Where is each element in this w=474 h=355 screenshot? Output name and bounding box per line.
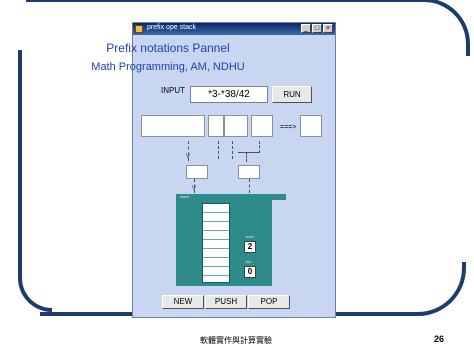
pop-button[interactable]: POP [248, 295, 290, 309]
operator-field [141, 115, 205, 137]
stack-header-label: stack [180, 194, 190, 199]
stack-top-label: top [246, 259, 252, 264]
operand-field-2 [224, 115, 248, 137]
push-button[interactable]: PUSH [205, 295, 247, 309]
stack-slot [203, 267, 229, 276]
minimize-button[interactable]: _ [301, 24, 311, 33]
left-operand-box [186, 165, 208, 179]
panel-subtitle: Math Programming, AM, NDHU [91, 61, 245, 73]
connector-mark: V [192, 186, 197, 192]
window-titlebar[interactable]: prefix ope stack _ □ × [133, 23, 335, 35]
app-icon [135, 25, 143, 33]
slide-footer-text: 軟體實作與計算實驗 [200, 336, 272, 345]
stack-slot [203, 231, 229, 240]
result-arrow: ===> [280, 124, 297, 131]
connector-line [218, 141, 219, 159]
input-label: INPUT [161, 86, 185, 95]
maximize-button[interactable]: □ [312, 24, 322, 33]
stack-slot [203, 213, 229, 222]
connector-line [259, 141, 260, 153]
close-button[interactable]: × [323, 24, 333, 33]
operand-field-1 [208, 115, 224, 137]
stack-slot [203, 258, 229, 267]
stack-count-value: 2 [244, 241, 256, 253]
stack-slot [203, 240, 229, 249]
run-button[interactable]: RUN [272, 86, 312, 103]
stack-count-label: num [246, 234, 254, 239]
operand-field-3 [251, 115, 273, 137]
connector-line [238, 152, 260, 153]
connector-mark: V [186, 154, 191, 160]
slide-page-number: 26 [434, 334, 445, 344]
stack-slot [203, 204, 229, 213]
window-title: prefix ope stack [147, 24, 197, 31]
connector-line [232, 141, 233, 159]
result-field [300, 115, 322, 137]
stack-slot [203, 222, 229, 231]
connector-line [249, 179, 250, 193]
panel-title: Prefix notations Pannel [106, 41, 230, 55]
right-operand-box [238, 165, 260, 179]
stack-slot [203, 249, 229, 258]
new-button[interactable]: NEW [162, 295, 204, 309]
expression-input[interactable] [190, 86, 268, 103]
connector-line [246, 152, 247, 162]
stack-slots [202, 203, 230, 283]
stack-top-value: 0 [244, 266, 256, 278]
